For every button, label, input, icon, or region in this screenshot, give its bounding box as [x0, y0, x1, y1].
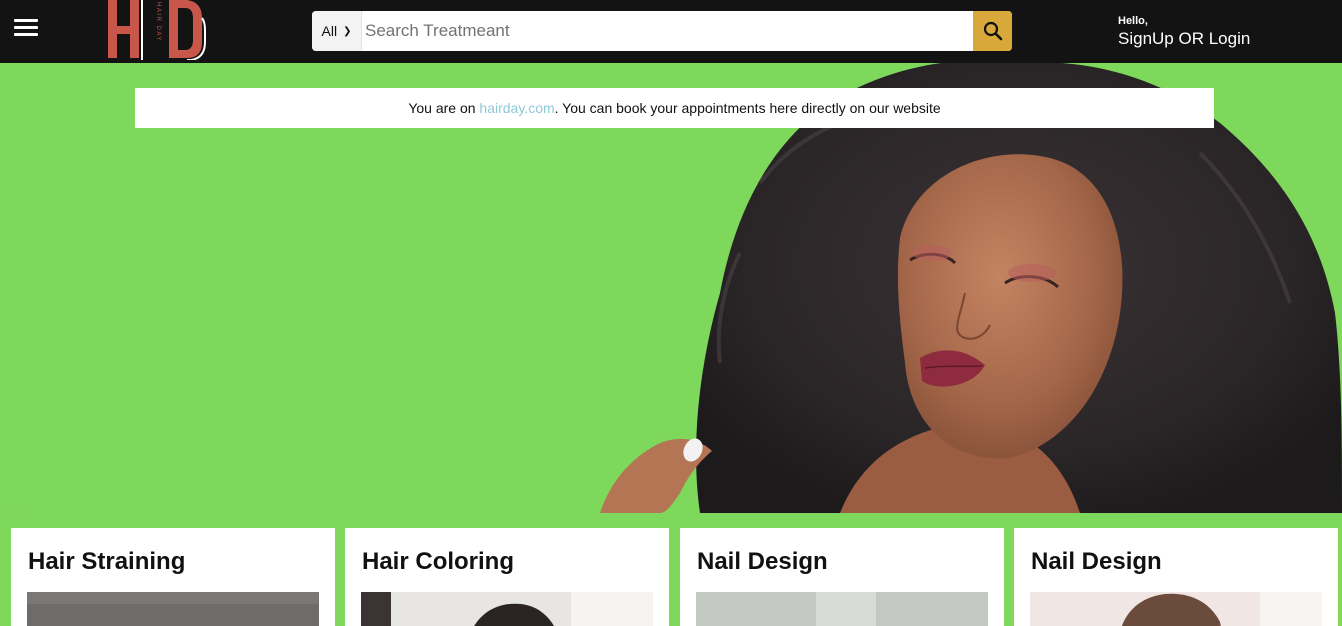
account-link[interactable]: Hello, SignUp OR Login — [1118, 15, 1250, 50]
category-card-nail-design[interactable]: Nail Design — [680, 528, 1004, 626]
category-card-hair-coloring[interactable]: Hair Coloring — [345, 528, 669, 626]
card-image — [696, 592, 988, 626]
category-cards: Hair Straining Hair Coloring Nail Design… — [0, 513, 1342, 626]
card-image — [27, 592, 319, 626]
card-title: Hair Coloring — [362, 548, 515, 575]
hamburger-menu-icon[interactable] — [14, 19, 38, 37]
account-greeting: Hello, — [1118, 15, 1148, 27]
site-notice-banner: You are on hairday.com. You can book you… — [135, 88, 1214, 128]
search-bar: All ❯ — [312, 11, 1012, 51]
card-title: Nail Design — [1031, 548, 1162, 575]
search-category-value: All — [321, 23, 338, 39]
notice-prefix: You are on — [408, 100, 476, 116]
hero-image — [0, 63, 1342, 513]
chevron-down-icon: ❯ — [343, 25, 352, 37]
search-category-select[interactable]: All ❯ — [312, 11, 362, 51]
notice-suffix: . You can book your appointments here di… — [554, 100, 941, 116]
category-card-nail-design-2[interactable]: Nail Design — [1014, 528, 1338, 626]
category-card-hair-straining[interactable]: Hair Straining — [11, 528, 335, 626]
signup-login-link[interactable]: SignUp OR Login — [1118, 28, 1250, 50]
search-icon — [983, 21, 1002, 41]
notice-site-link[interactable]: hairday.com — [479, 100, 554, 116]
card-title: Nail Design — [697, 548, 828, 575]
card-image — [361, 592, 653, 626]
logo-tagline: HAIR DAY — [155, 2, 161, 42]
card-title: Hair Straining — [28, 548, 186, 575]
search-button[interactable] — [973, 11, 1012, 51]
search-input[interactable] — [362, 11, 973, 51]
card-image — [1030, 592, 1322, 626]
hero-banner: You are on hairday.com. You can book you… — [0, 63, 1342, 513]
logo-graphic: HAIR DAY — [108, 0, 206, 61]
site-logo[interactable]: HAIR DAY — [105, 0, 207, 61]
top-navbar: HAIR DAY All ❯ Hello, SignUp OR Login — [0, 0, 1342, 63]
